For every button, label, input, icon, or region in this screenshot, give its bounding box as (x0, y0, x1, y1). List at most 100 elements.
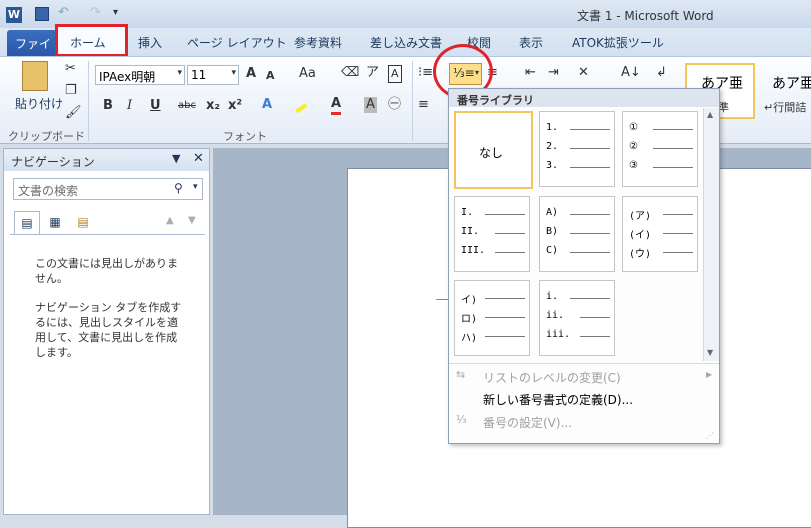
decrease-indent-icon[interactable]: ⇤ (525, 65, 536, 81)
submenu-arrow-icon: ▶ (706, 370, 713, 379)
character-border-icon[interactable]: A (388, 65, 402, 83)
word-app-icon[interactable]: W (6, 7, 22, 23)
list-line (663, 233, 693, 234)
window-title: 文書 1 - Microsoft Word (577, 9, 714, 23)
menu-change-list-level: リストのレベルの変更(C) (483, 371, 621, 385)
tab-file[interactable]: ファイル (7, 30, 57, 68)
list-line (570, 167, 610, 168)
font-name-dropdown[interactable]: IPAex明朝 ▾ (95, 65, 185, 85)
list-line (580, 336, 610, 337)
list-line (570, 252, 610, 253)
number-label: ii. (546, 310, 565, 321)
tab-page-layout[interactable]: ページ レイアウト (187, 34, 287, 51)
previous-icon[interactable]: ▲ (166, 215, 174, 226)
number-label: B) (546, 226, 559, 237)
paste-button[interactable]: 貼り付け (15, 95, 63, 112)
sort-icon[interactable]: A↓ (621, 65, 641, 81)
subscript-button[interactable]: x₂ (206, 98, 220, 114)
tab-results[interactable]: ▤ (70, 211, 96, 235)
numbering-format-option[interactable]: (ア) (イ) (ウ) (622, 196, 698, 272)
enclose-characters-icon[interactable]: ㊀ (388, 97, 401, 113)
numbering-format-option[interactable]: 1. 2. 3. (539, 111, 615, 187)
number-label: i. (546, 291, 559, 302)
save-icon[interactable] (35, 7, 49, 21)
number-label: ① (629, 122, 638, 133)
strikethrough-button[interactable]: abc (178, 98, 196, 114)
number-label: 1. (546, 122, 559, 133)
divider (449, 363, 719, 364)
tab-home[interactable]: ホーム (55, 24, 128, 57)
list-line (653, 129, 693, 130)
number-label: ② (629, 141, 638, 152)
tab-pages[interactable]: ▦ (42, 211, 68, 235)
nav-options-icon[interactable]: ▼ (172, 152, 180, 165)
number-label: I. (461, 207, 474, 218)
numbering-none[interactable]: なし (454, 111, 533, 189)
number-label: (イ) (629, 230, 652, 241)
numbering-dropdown: 番号ライブラリ ▲ ▼ なし 1. 2. 3. ① ② ③ I. II. III. A) B) C) (… (448, 88, 720, 444)
tab-view[interactable]: 表示 (519, 34, 543, 51)
underline-button[interactable]: U (150, 98, 161, 114)
show-marks-icon[interactable]: ↲ (656, 65, 667, 81)
cut-icon[interactable]: ✂ (65, 61, 76, 77)
font-group-label: フォント (223, 130, 267, 143)
navigation-pane: ナビゲーション ▼ ✕ 文書の検索 ⚲ ▾ ▤ ▦ ▤ ▲ ▼ この文書には見出… (3, 148, 210, 515)
search-input[interactable]: 文書の検索 ⚲ ▾ (13, 178, 203, 200)
tab-atok[interactable]: ATOK拡張ツール (572, 34, 664, 51)
numbering-format-option[interactable]: イ) ロ) ハ) (454, 280, 530, 356)
list-line (485, 317, 525, 318)
paste-icon[interactable] (22, 61, 48, 91)
list-line (495, 233, 525, 234)
next-icon[interactable]: ▼ (188, 215, 196, 226)
change-case-button[interactable]: Aa (299, 66, 316, 82)
list-line (663, 214, 693, 215)
list-line (485, 298, 525, 299)
copy-icon[interactable]: ❐ (65, 83, 77, 99)
menu-define-new-number-format[interactable]: 新しい番号書式の定義(D)... (483, 391, 633, 408)
numbering-format-option[interactable]: I. II. III. (454, 196, 530, 272)
superscript-button[interactable]: x² (228, 98, 242, 114)
increase-indent-icon[interactable]: ⇥ (548, 65, 559, 81)
style-no-spacing[interactable]: あア亜 ↵行間詰 (760, 63, 811, 119)
character-shading-icon[interactable]: A (364, 97, 377, 113)
text-effects-icon[interactable]: A (262, 97, 272, 113)
clipboard-group-label: クリップボード (8, 130, 85, 143)
menu-set-numbering-value: 番号の設定(V)... (483, 416, 573, 430)
bold-button[interactable]: B (103, 98, 113, 114)
format-painter-icon[interactable]: 🖌 (65, 105, 82, 121)
font-size-dropdown[interactable]: 11 ▾ (187, 65, 239, 85)
scrollbar[interactable]: ▲ ▼ (703, 108, 719, 361)
number-label: III. (461, 245, 486, 256)
numbering-format-option[interactable]: ① ② ③ (622, 111, 698, 187)
font-color-icon[interactable]: A (331, 96, 342, 115)
shrink-font-button[interactable]: A (266, 68, 275, 84)
nav-title: ナビゲーション (11, 155, 95, 169)
number-label: C) (546, 245, 559, 256)
customize-qat-icon[interactable]: ▾ (113, 5, 118, 21)
align-left-icon[interactable]: ≡ (418, 97, 429, 113)
bullets-icon[interactable]: ⁝≡ (418, 65, 433, 81)
tab-mailings[interactable]: 差し込み文書 (370, 34, 442, 51)
tab-insert[interactable]: 挿入 (138, 34, 162, 51)
numbering-format-option[interactable]: i. ii. iii. (539, 280, 615, 356)
list-line (570, 233, 610, 234)
number-label: (ア) (629, 211, 652, 222)
italic-button[interactable]: I (127, 98, 132, 114)
scroll-up-icon[interactable]: ▲ (707, 110, 713, 119)
scroll-down-icon[interactable]: ▼ (707, 348, 713, 357)
tab-headings[interactable]: ▤ (14, 211, 40, 235)
list-line (653, 148, 693, 149)
undo-icon[interactable]: ↶ (58, 5, 69, 21)
asian-layout-icon[interactable]: ✕ (578, 65, 589, 81)
clear-format-icon[interactable]: ⌫ (341, 65, 359, 81)
number-label: 3. (546, 160, 559, 171)
list-line (485, 214, 525, 215)
grow-font-button[interactable]: A (246, 66, 256, 82)
resize-grip-icon[interactable]: ⋰ (706, 431, 714, 440)
phonetic-guide-icon[interactable]: ア (366, 65, 379, 81)
numbering-format-option[interactable]: A) B) C) (539, 196, 615, 272)
tab-references[interactable]: 参考資料 (294, 34, 342, 51)
redo-icon[interactable]: ↷ (90, 5, 101, 21)
highlight-icon[interactable] (290, 96, 308, 114)
close-icon[interactable]: ✕ (193, 151, 204, 166)
